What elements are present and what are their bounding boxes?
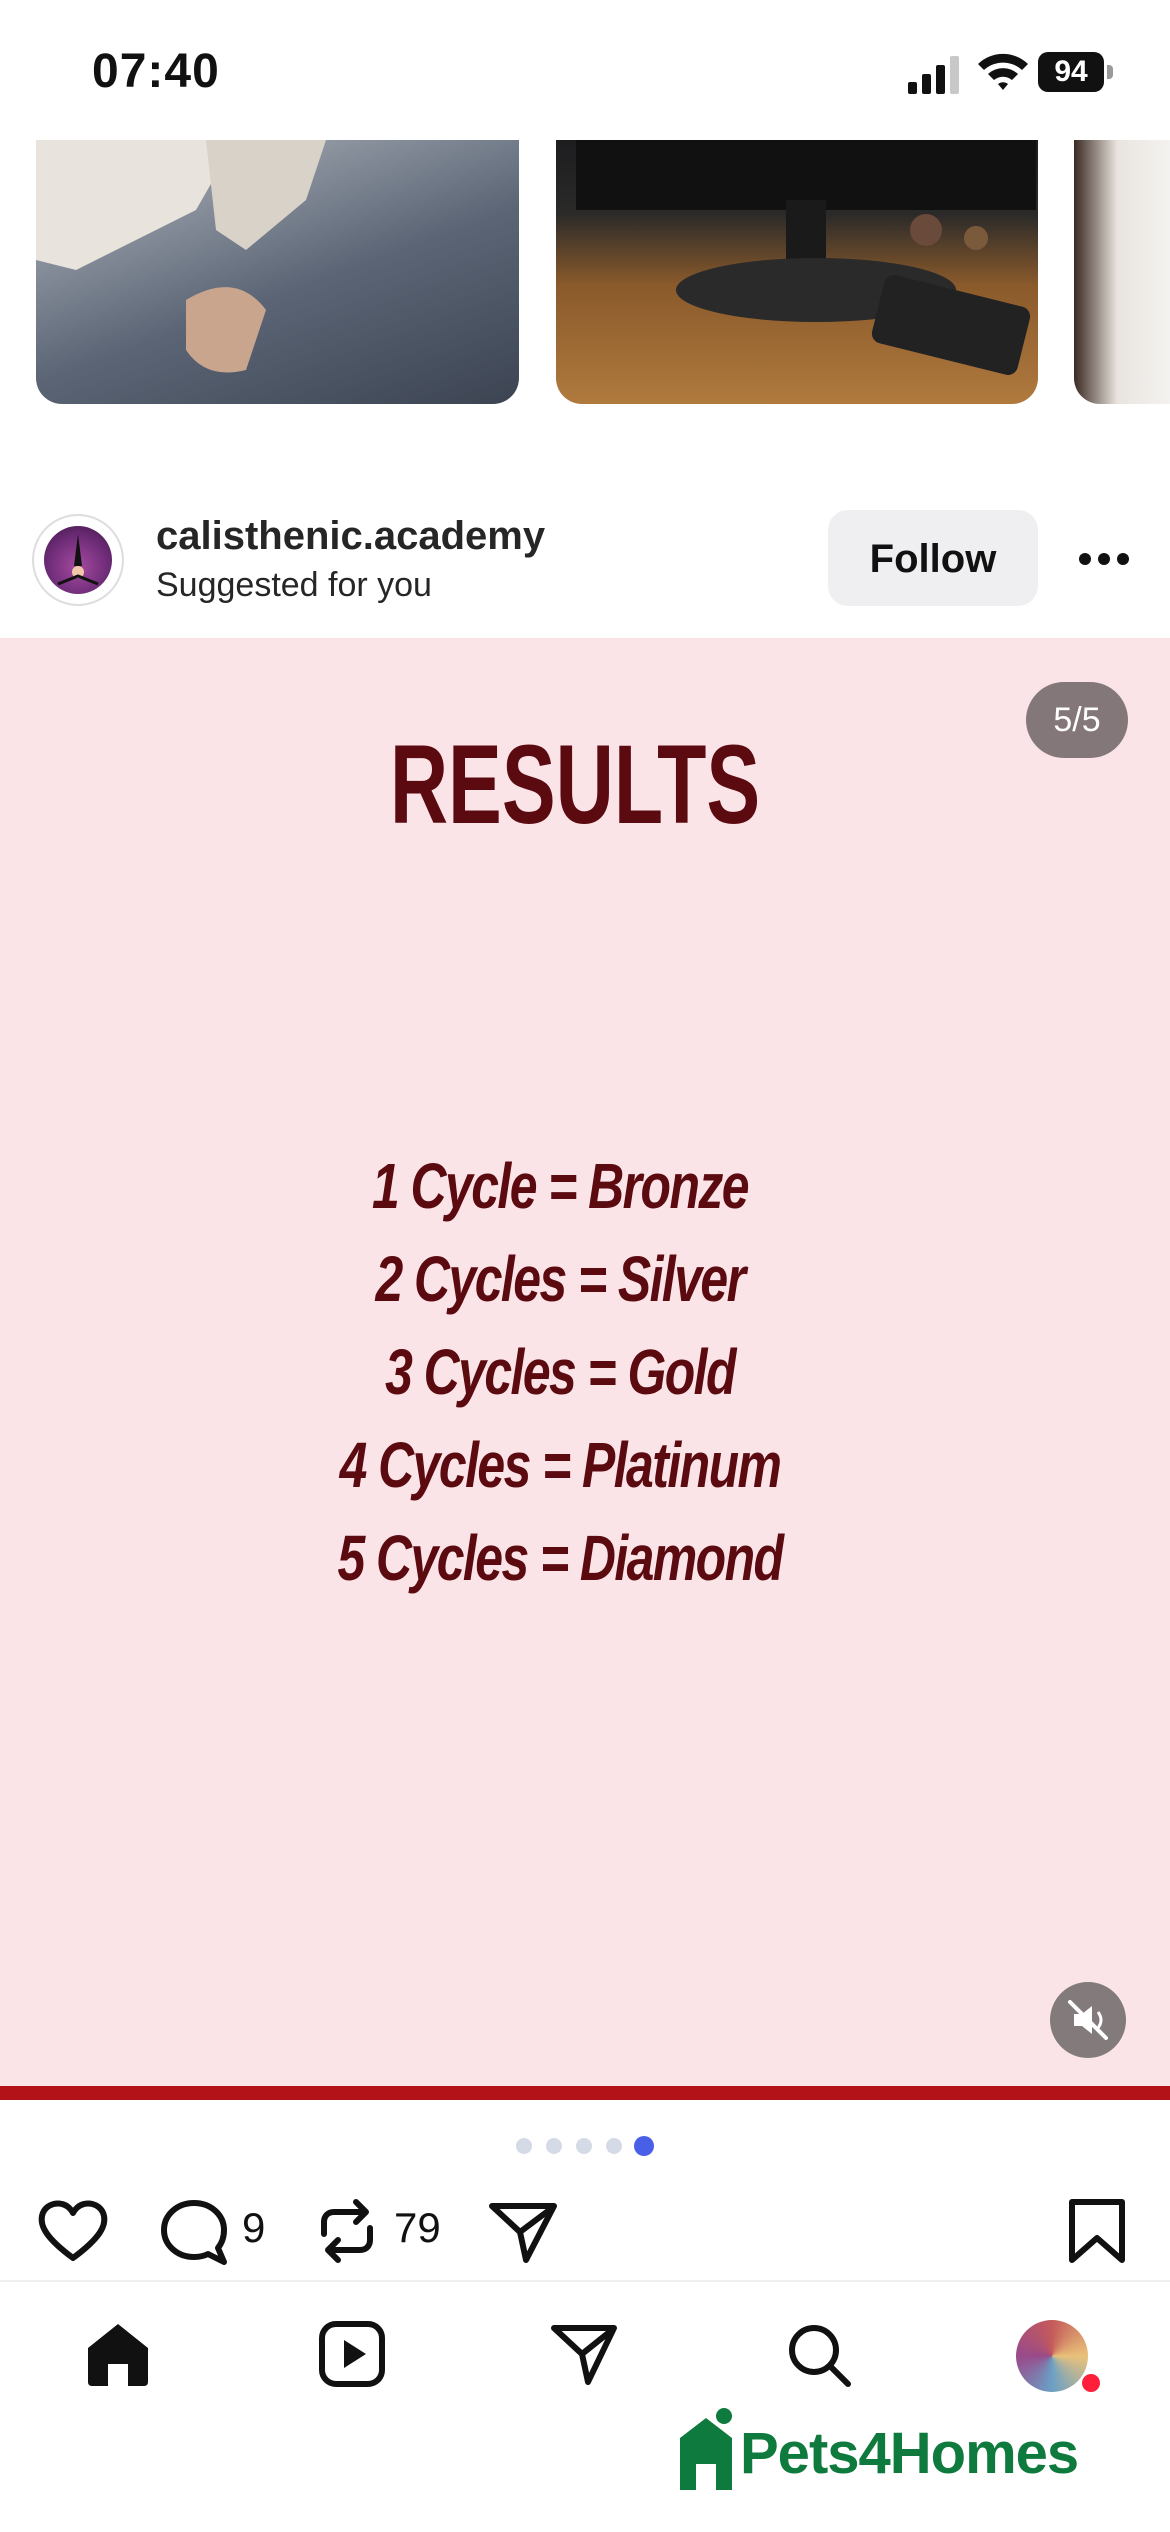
messages-icon[interactable] <box>548 2318 620 2390</box>
results-line: 4 Cycles = Platinum <box>339 1429 782 1501</box>
notification-dot <box>1080 2372 1102 2394</box>
carousel-dot <box>546 2138 562 2154</box>
pets4homes-logo-icon <box>680 2408 732 2490</box>
comment-icon[interactable] <box>158 2196 232 2266</box>
nav-divider <box>0 2280 1170 2282</box>
comment-count: 9 <box>242 2204 266 2251</box>
speaker-muted-icon <box>1068 2000 1108 2040</box>
status-time: 07:40 <box>92 45 220 98</box>
follow-button[interactable]: Follow <box>828 510 1038 606</box>
suggested-label: Suggested for you <box>156 566 432 604</box>
heart-icon[interactable] <box>36 2196 110 2266</box>
slide-title: RESULTS <box>389 722 761 847</box>
battery-icon: 94 <box>1038 52 1116 94</box>
suggested-thumbnail-1[interactable] <box>36 140 519 404</box>
carousel-dot <box>516 2138 532 2154</box>
slide-counter: 5/5 <box>1026 682 1128 758</box>
ad-logo[interactable]: Pets4Homes <box>676 2408 1096 2498</box>
wifi-icon <box>978 53 1028 90</box>
account-avatar[interactable] <box>32 514 124 606</box>
carousel-dot <box>576 2138 592 2154</box>
media-progress-bar <box>0 2086 1170 2100</box>
account-username[interactable]: calisthenic.academy <box>156 514 545 559</box>
reels-icon[interactable] <box>316 2318 388 2390</box>
results-list: 1 Cycle = Bronze 2 Cycles = Silver 3 Cyc… <box>0 1140 1120 1605</box>
profile-avatar[interactable] <box>1016 2320 1088 2392</box>
repost-icon[interactable] <box>310 2196 384 2266</box>
repost-count: 79 <box>394 2204 441 2251</box>
share-icon[interactable] <box>486 2196 560 2266</box>
search-icon[interactable] <box>782 2318 854 2390</box>
suggested-thumbnail-2[interactable] <box>556 140 1038 404</box>
results-line: 5 Cycles = Diamond <box>337 1522 785 1594</box>
results-line: 2 Cycles = Silver <box>375 1243 747 1315</box>
signal-icon <box>908 56 959 94</box>
carousel-dot <box>606 2138 622 2154</box>
results-line: 1 Cycle = Bronze <box>372 1150 750 1222</box>
battery-level: 94 <box>1038 52 1104 92</box>
results-line: 3 Cycles = Gold <box>385 1336 736 1408</box>
home-icon[interactable] <box>82 2318 154 2390</box>
suggested-thumbnail-3[interactable] <box>1074 140 1170 404</box>
more-options-icon[interactable] <box>1078 552 1130 566</box>
ad-logo-text: Pets4Homes <box>740 2421 1079 2486</box>
bookmark-icon[interactable] <box>1060 2196 1134 2266</box>
mute-button[interactable] <box>1050 1982 1126 2058</box>
carousel-dot-active <box>634 2136 654 2156</box>
